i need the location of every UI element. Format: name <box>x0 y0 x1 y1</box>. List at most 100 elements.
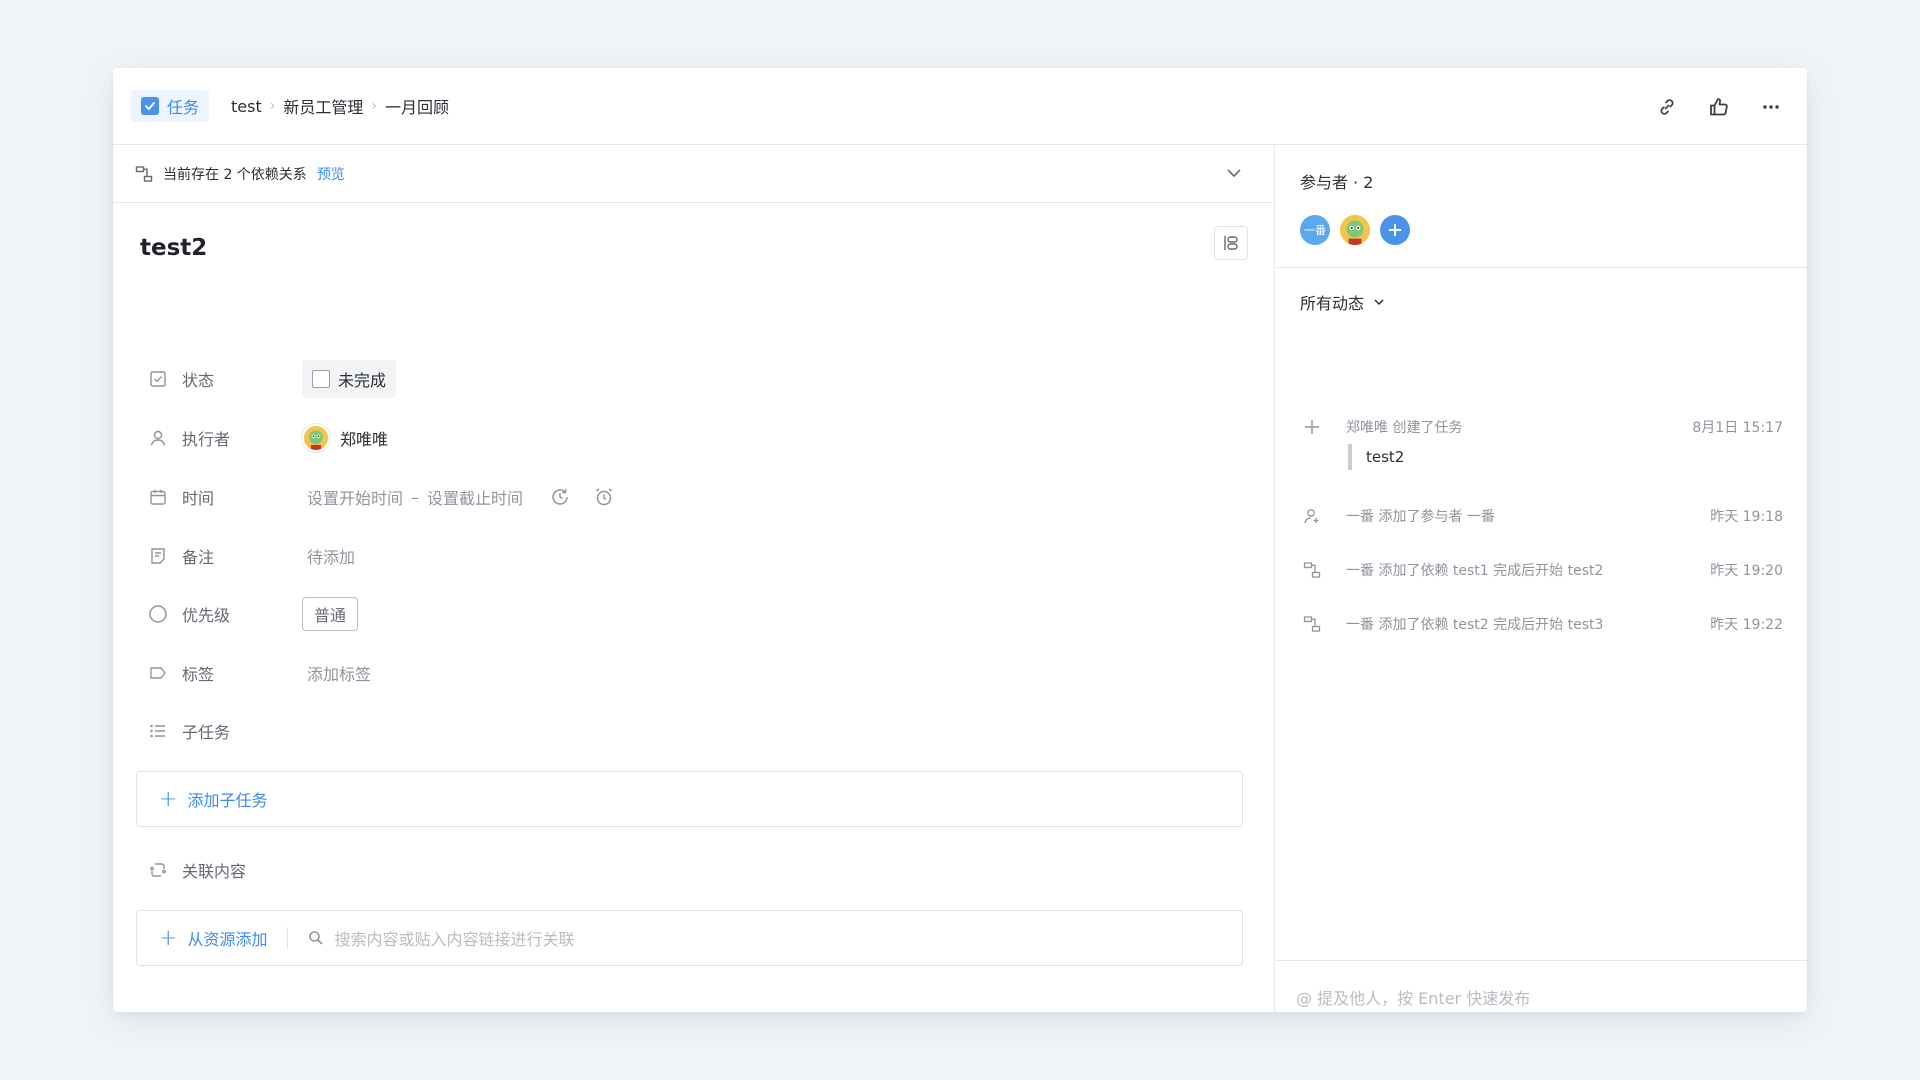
plus-icon: + <box>159 786 178 812</box>
activity-time: 昨天 19:22 <box>1710 617 1783 633</box>
more-icon[interactable] <box>1759 95 1783 119</box>
repeat-icon[interactable] <box>549 486 571 508</box>
field-related: 关联内容 <box>148 855 302 885</box>
task-main-pane: 当前存在 2 个依赖关系 预览 test2 状态 未完成 执行者 郑唯唯 时间 … <box>113 145 1275 1012</box>
activity-item: 一番 添加了依赖 test1 完成后开始 test2 昨天 19:20 <box>1300 560 1783 580</box>
field-subtasks: 子任务 <box>148 716 302 746</box>
activity-time: 昨天 19:20 <box>1710 563 1783 579</box>
dependency-preview-link[interactable]: 预览 <box>317 164 345 184</box>
add-tag-button[interactable]: 添加标签 <box>307 661 371 685</box>
activity-text: 一番 添加了参与者 一番 <box>1346 509 1495 525</box>
assignee-value[interactable]: 郑唯唯 <box>302 424 388 452</box>
activity-text: 一番 添加了依赖 test1 完成后开始 test2 <box>1346 563 1604 579</box>
field-tags: 标签 添加标签 <box>148 658 371 688</box>
layout-toggle-button[interactable] <box>1214 226 1248 260</box>
empty-checkbox-icon <box>312 370 330 388</box>
activity-item: 一番 添加了依赖 test2 完成后开始 test3 昨天 19:22 <box>1300 614 1783 634</box>
time-dash: – <box>411 487 420 507</box>
time-value: 设置开始时间 – 设置截止时间 <box>302 485 615 509</box>
breadcrumb-item[interactable]: 新员工管理 <box>283 94 363 118</box>
start-time-button[interactable]: 设置开始时间 <box>307 485 403 509</box>
link-icon[interactable] <box>1655 95 1679 119</box>
circle-icon <box>148 604 168 624</box>
comment-input[interactable]: @ 提及他人，按 Enter 快速发布 <box>1296 985 1530 1009</box>
add-subtask-button[interactable]: + 添加子任务 <box>136 771 1243 827</box>
chevron-right-icon: › <box>269 98 276 114</box>
participants-title: 参与者 · 2 <box>1300 173 1374 192</box>
end-time-button[interactable]: 设置截止时间 <box>427 485 523 509</box>
avatar[interactable] <box>1340 215 1370 245</box>
field-time: 时间 设置开始时间 – 设置截止时间 <box>148 482 615 512</box>
activity-item: 郑唯唯 创建了任务 8月1日 15:17 <box>1300 417 1783 437</box>
field-label: 时间 <box>182 489 215 508</box>
status-toggle[interactable]: 未完成 <box>302 360 397 398</box>
status-value: 未完成 <box>338 371 387 390</box>
task-type-label: 任务 <box>167 98 200 117</box>
related-content-bar: + 从资源添加 搜索内容或贴入内容链接进行关联 <box>136 910 1243 966</box>
header-actions <box>1655 68 1783 145</box>
field-label: 状态 <box>182 371 215 390</box>
breadcrumb-item[interactable]: 一月回顾 <box>385 94 449 118</box>
field-label: 优先级 <box>182 606 231 625</box>
breadcrumb-item[interactable]: test <box>231 97 262 116</box>
avatar <box>302 424 330 452</box>
alarm-icon[interactable] <box>593 486 615 508</box>
activity-item: 一番 添加了参与者 一番 昨天 19:18 <box>1300 506 1783 526</box>
plus-icon: + <box>159 925 178 951</box>
field-label: 标签 <box>182 665 215 684</box>
field-label: 子任务 <box>182 723 231 742</box>
search-icon <box>308 930 324 946</box>
user-add-icon <box>1300 506 1324 526</box>
note-icon <box>148 546 168 566</box>
note-value[interactable]: 待添加 <box>307 544 355 568</box>
priority-selector[interactable]: 普通 <box>302 597 359 631</box>
field-assignee: 执行者 郑唯唯 <box>148 423 388 453</box>
calendar-icon <box>148 487 168 507</box>
related-content-icon <box>148 860 168 880</box>
dependency-icon <box>1300 614 1324 634</box>
list-icon <box>148 721 168 741</box>
activity-filter[interactable]: 所有动态 <box>1276 268 1807 314</box>
task-type-chip[interactable]: 任务 <box>131 90 210 122</box>
dependency-bar: 当前存在 2 个依赖关系 预览 <box>113 145 1274 203</box>
task-header: 任务 test › 新员工管理 › 一月回顾 <box>113 68 1807 145</box>
field-label: 备注 <box>182 548 215 567</box>
chevron-down-icon[interactable] <box>1224 163 1244 187</box>
layout-icon <box>1222 234 1240 252</box>
activity-time: 昨天 19:18 <box>1710 509 1783 525</box>
add-participant-button[interactable] <box>1380 215 1410 245</box>
avatar[interactable]: 一番 <box>1300 215 1330 245</box>
tag-icon <box>148 663 168 683</box>
participants-section: 参与者 · 2 一番 <box>1276 145 1807 268</box>
assignee-name: 郑唯唯 <box>340 430 389 449</box>
field-status: 状态 未完成 <box>148 360 397 398</box>
plus-icon <box>1300 417 1324 437</box>
dependency-text: 当前存在 2 个依赖关系 <box>163 166 307 183</box>
add-from-resource-button[interactable]: 从资源添加 <box>187 926 267 950</box>
chevron-down-icon <box>1372 295 1386 309</box>
activity-text: 一番 添加了依赖 test2 完成后开始 test3 <box>1346 617 1604 633</box>
user-icon <box>148 428 168 448</box>
field-priority: 优先级 普通 <box>148 597 359 631</box>
checkbox-icon <box>148 369 168 389</box>
thumbs-up-icon[interactable] <box>1707 95 1731 119</box>
field-note: 备注 待添加 <box>148 541 355 571</box>
activity-text: 郑唯唯 创建了任务 <box>1346 420 1463 436</box>
field-label: 关联内容 <box>182 862 247 881</box>
participant-avatars: 一番 <box>1300 215 1807 245</box>
field-label: 执行者 <box>182 430 231 449</box>
divider <box>287 927 289 949</box>
activity-time: 8月1日 15:17 <box>1692 420 1783 436</box>
checkbox-icon <box>141 97 159 115</box>
add-subtask-label: 添加子任务 <box>187 791 268 810</box>
dependency-icon <box>1300 560 1324 580</box>
related-search-input[interactable]: 搜索内容或贴入内容链接进行关联 <box>334 926 574 950</box>
breadcrumb: test › 新员工管理 › 一月回顾 <box>231 94 449 118</box>
activity-pane: 参与者 · 2 一番 所有动态 郑唯唯 创建了任务 8月1日 15:17 tes… <box>1276 145 1807 1012</box>
chevron-right-icon: › <box>371 98 377 114</box>
task-detail-window: 任务 test › 新员工管理 › 一月回顾 当前存在 2 个依赖关系 预览 t… <box>113 68 1807 1012</box>
activity-quote: test2 <box>1348 444 1404 470</box>
task-title[interactable]: test2 <box>140 235 207 261</box>
comment-composer: @ 提及他人，按 Enter 快速发布 发布 <box>1276 960 1807 1012</box>
activity-filter-label: 所有动态 <box>1300 294 1365 313</box>
